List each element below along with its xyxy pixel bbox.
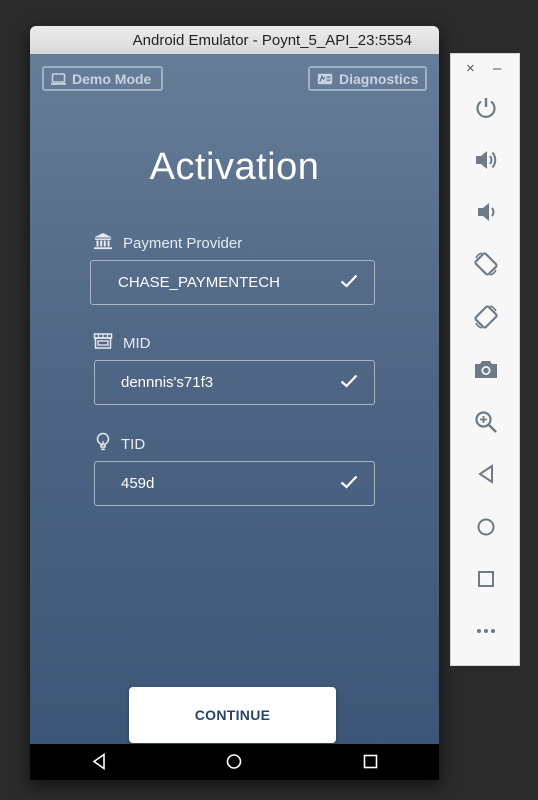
more-icon[interactable] — [473, 618, 499, 644]
mid-value: dennnis's71f3 — [121, 374, 214, 391]
store-icon — [93, 332, 113, 354]
recents-icon[interactable] — [363, 753, 378, 775]
emulator-window: Android Emulator - Poynt_5_API_23:5554 D… — [30, 26, 439, 780]
payment-provider-label: Payment Provider — [123, 234, 243, 252]
continue-button[interactable]: CONTINUE — [129, 687, 336, 743]
volume-up-icon[interactable] — [473, 147, 499, 173]
minimize-icon[interactable]: – — [493, 60, 501, 77]
check-icon — [340, 274, 358, 292]
lightbulb-icon — [95, 432, 111, 456]
demo-mode-label: Demo Mode — [72, 70, 152, 87]
volume-down-icon[interactable] — [473, 199, 499, 225]
overview-icon[interactable] — [473, 566, 499, 592]
tid-field[interactable]: 459d — [94, 461, 375, 506]
diagnostics-button[interactable]: Diagnostics — [308, 66, 427, 91]
check-icon — [340, 374, 358, 392]
close-icon[interactable]: × — [466, 60, 475, 77]
zoom-icon[interactable] — [473, 409, 499, 435]
home-icon[interactable] — [226, 753, 242, 775]
emulator-toolbar: × – — [450, 53, 520, 666]
window-titlebar[interactable]: Android Emulator - Poynt_5_API_23:5554 — [30, 26, 439, 55]
window-title: Android Emulator - Poynt_5_API_23:5554 — [132, 32, 412, 49]
page-title: Activation — [149, 146, 320, 188]
power-icon[interactable] — [473, 95, 499, 121]
back-icon[interactable] — [92, 752, 106, 775]
diagnostics-icon — [317, 73, 333, 85]
android-nav-bar — [30, 744, 439, 780]
tid-label-row: TID — [95, 432, 145, 456]
check-icon — [340, 475, 358, 493]
rotate-left-icon[interactable] — [473, 251, 499, 277]
mid-label-row: MID — [93, 332, 151, 354]
diagnostics-label: Diagnostics — [339, 70, 419, 87]
bank-icon — [93, 232, 113, 254]
tid-value: 459d — [121, 475, 155, 492]
mid-label: MID — [123, 334, 151, 352]
tid-label: TID — [121, 435, 146, 453]
laptop-icon — [51, 72, 66, 85]
home-icon[interactable] — [473, 514, 499, 540]
mid-field[interactable]: dennnis's71f3 — [94, 360, 375, 405]
demo-mode-button[interactable]: Demo Mode — [42, 66, 163, 91]
camera-icon[interactable] — [473, 356, 499, 382]
payment-provider-field[interactable]: CHASE_PAYMENTECH — [90, 260, 375, 305]
rotate-right-icon[interactable] — [473, 304, 499, 330]
payment-provider-label-row: Payment Provider — [93, 232, 242, 254]
device-screen: Demo Mode Diagnostics Activation Payment… — [30, 54, 439, 744]
payment-provider-value: CHASE_PAYMENTECH — [118, 274, 280, 291]
back-icon[interactable] — [473, 461, 499, 487]
